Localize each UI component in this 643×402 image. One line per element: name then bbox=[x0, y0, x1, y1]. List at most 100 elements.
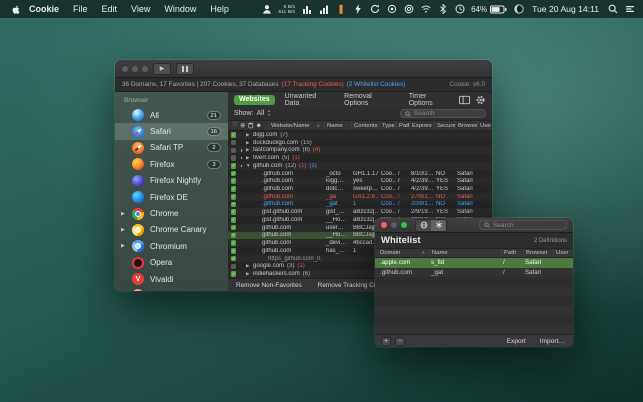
disclosure-triangle-icon[interactable]: ▶ bbox=[121, 211, 125, 217]
sidebar-item-vivaldi[interactable]: VVivaldi bbox=[115, 271, 228, 287]
heart-column-icon[interactable]: ♡ bbox=[232, 122, 238, 129]
tab-websites[interactable]: Websites bbox=[234, 95, 275, 105]
menu-bar-clock[interactable]: Tue 20 Aug 14:11 bbox=[530, 4, 601, 14]
moon-icon[interactable] bbox=[513, 4, 524, 15]
row-checkbox[interactable]: ✓ bbox=[231, 209, 237, 215]
disclosure-triangle-icon[interactable]: ▶ bbox=[121, 227, 125, 233]
search-field[interactable] bbox=[400, 109, 486, 119]
website-row[interactable]: ✓▶digg.com(7) bbox=[228, 131, 492, 139]
user-icon[interactable] bbox=[261, 4, 272, 15]
zoom-button[interactable] bbox=[142, 66, 148, 72]
sidebar-item-partial[interactable] bbox=[115, 287, 228, 291]
row-checkbox[interactable] bbox=[231, 148, 237, 154]
disclosure-triangle-icon[interactable]: ▶ bbox=[246, 147, 253, 153]
cpu-graph-icon[interactable] bbox=[301, 4, 312, 15]
row-checkbox[interactable]: ✓ bbox=[231, 271, 237, 277]
whitelist-search-field[interactable] bbox=[479, 220, 567, 230]
row-checkbox[interactable] bbox=[231, 140, 237, 146]
show-popup[interactable]: Show: All ▲▼ bbox=[234, 110, 271, 117]
column-type[interactable]: Type bbox=[379, 121, 396, 130]
row-checkbox[interactable] bbox=[231, 264, 237, 270]
column-browser[interactable]: Browser bbox=[523, 249, 553, 257]
play-button[interactable]: ▶ bbox=[153, 63, 171, 75]
sync-icon[interactable] bbox=[369, 4, 380, 15]
disclosure-triangle-icon[interactable]: ▶ bbox=[246, 132, 253, 138]
sidebar-item-chromium[interactable]: ▶Chromium bbox=[115, 238, 228, 254]
tracking-column-icon[interactable] bbox=[256, 122, 262, 129]
whitelist-row[interactable]: .apple.coms_fid/Safari bbox=[375, 258, 573, 268]
row-checkbox[interactable]: ✓ bbox=[231, 178, 237, 184]
website-row[interactable]: ▶duckduckgo.com(15) bbox=[228, 139, 492, 147]
row-checkbox[interactable] bbox=[231, 155, 237, 161]
website-row[interactable]: ▶fastcompany.com(8)(4) bbox=[228, 146, 492, 154]
disclosure-triangle-icon[interactable]: ▶ bbox=[246, 140, 253, 146]
cookie-row[interactable]: ✓gist.github.comgist_…aBzc32j…Coo…/2/9/1… bbox=[228, 208, 492, 216]
button-remove-non-favorites[interactable]: Remove Non-Favorites bbox=[236, 282, 302, 289]
globe-icon[interactable] bbox=[416, 220, 431, 231]
battery-indicator[interactable]: 64% bbox=[471, 5, 507, 14]
globe-column-icon[interactable] bbox=[240, 122, 246, 129]
row-checkbox[interactable]: ✓ bbox=[231, 240, 237, 246]
database-column-icon[interactable] bbox=[248, 122, 254, 129]
disclosure-triangle-icon[interactable]: ▶ bbox=[246, 271, 253, 277]
column-domain[interactable]: Domain∧ bbox=[375, 249, 429, 257]
zoom-button[interactable] bbox=[401, 222, 407, 228]
cookie-row[interactable]: ✓.github.comdotc…sweetp…Coo…/4/2/39…YESS… bbox=[228, 185, 492, 193]
export-button[interactable]: Export bbox=[507, 338, 526, 345]
spotlight-icon[interactable] bbox=[607, 4, 618, 15]
target-icon[interactable] bbox=[386, 4, 397, 15]
menu-file[interactable]: File bbox=[66, 4, 95, 14]
cookie-row[interactable]: ✓.github.com_gat1Coo…/20/8/1…NOSafari bbox=[228, 201, 492, 209]
sidebar-item-firefox[interactable]: Firefox3 bbox=[115, 156, 228, 172]
sidebar-item-opera[interactable]: Opera bbox=[115, 255, 228, 271]
sidebar-item-safari-tp[interactable]: Safari TP2 bbox=[115, 140, 228, 156]
bluetooth-icon[interactable] bbox=[437, 4, 448, 15]
hotspot-icon[interactable] bbox=[403, 4, 414, 15]
wifi-icon[interactable] bbox=[420, 4, 431, 15]
menu-help[interactable]: Help bbox=[203, 4, 236, 14]
whitelist-search-input[interactable] bbox=[493, 222, 562, 229]
column-path[interactable]: Path bbox=[501, 249, 523, 257]
website-row[interactable]: ✓▼github.com(12)(1)(1) bbox=[228, 162, 492, 170]
sidebar-item-all[interactable]: All21 bbox=[115, 107, 228, 123]
cookie-row[interactable]: ✓.github.com_octoGH1.1.17…Coo…/8/10/2…NO… bbox=[228, 170, 492, 178]
menu-edit[interactable]: Edit bbox=[95, 4, 125, 14]
sidebar-item-firefox-nightly[interactable]: Firefox Nightly bbox=[115, 173, 228, 189]
row-checkbox[interactable]: ✓ bbox=[231, 248, 237, 254]
row-checkbox[interactable]: ✓ bbox=[231, 233, 237, 239]
column-browser[interactable]: Browser bbox=[455, 121, 477, 130]
gear-icon[interactable] bbox=[475, 94, 486, 105]
disclosure-triangle-icon[interactable]: ▶ bbox=[246, 263, 253, 269]
column-website-name[interactable]: Website/Name∧ bbox=[268, 121, 324, 130]
column-user[interactable]: User bbox=[477, 121, 491, 130]
memory-graph-icon[interactable] bbox=[318, 4, 329, 15]
lightning-icon[interactable] bbox=[352, 4, 363, 15]
tab-timer-options[interactable]: Timer Options bbox=[404, 91, 454, 108]
whitelist-row[interactable]: .github.com_gat/Safari bbox=[375, 268, 573, 278]
import-button[interactable]: Import… bbox=[540, 338, 565, 345]
disclosure-triangle-icon[interactable]: ▶ bbox=[121, 243, 125, 249]
row-checkbox[interactable]: ✓ bbox=[231, 202, 237, 208]
notification-center-icon[interactable] bbox=[624, 4, 635, 15]
sidebar-item-chrome[interactable]: ▶Chrome bbox=[115, 205, 228, 221]
minimize-button[interactable] bbox=[391, 222, 397, 228]
column-name[interactable]: Name bbox=[429, 249, 501, 257]
columns-icon[interactable] bbox=[459, 94, 470, 105]
network-speed-indicator[interactable]: 0 B/s511 B/s bbox=[278, 4, 295, 14]
row-checkbox[interactable]: ✓ bbox=[231, 163, 237, 169]
menu-app-cookie[interactable]: Cookie bbox=[27, 4, 66, 14]
add-button[interactable]: + bbox=[381, 337, 391, 346]
row-checkbox[interactable]: ✓ bbox=[231, 225, 237, 231]
cookie-row[interactable]: ✓.github.comlogg…yesCoo…/4/2/39…YESSafar… bbox=[228, 177, 492, 185]
column-path[interactable]: Path bbox=[396, 121, 409, 130]
sidebar-item-firefox-de[interactable]: Firefox DE bbox=[115, 189, 228, 205]
column-secure[interactable]: Secure bbox=[434, 121, 455, 130]
column-contents[interactable]: Contents bbox=[351, 121, 379, 130]
pause-button[interactable] bbox=[176, 63, 194, 75]
column-name[interactable]: Name bbox=[324, 121, 351, 130]
disk-graph-icon[interactable] bbox=[335, 4, 346, 15]
row-checkbox[interactable]: ✓ bbox=[231, 194, 237, 200]
row-checkbox[interactable]: ✓ bbox=[231, 217, 237, 223]
remove-button[interactable]: − bbox=[395, 337, 405, 346]
website-row[interactable]: ▶fiverr.com(5)(1) bbox=[228, 154, 492, 162]
